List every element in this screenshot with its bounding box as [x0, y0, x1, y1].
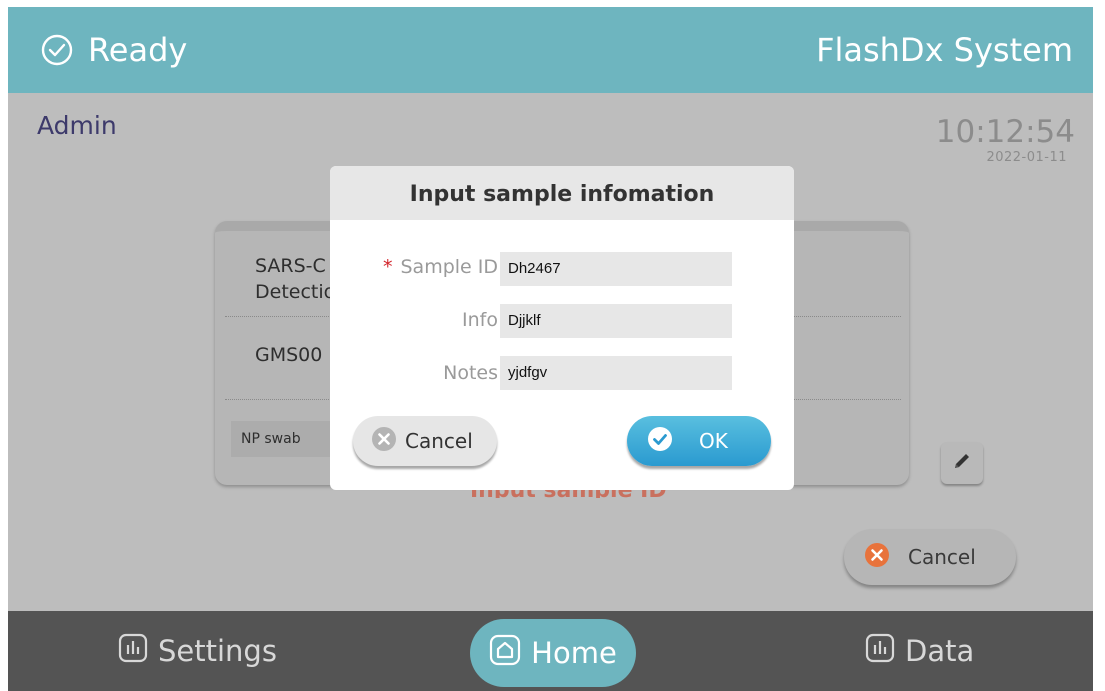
bar-chart-icon: [865, 633, 895, 670]
dialog-cancel-button[interactable]: Cancel: [353, 416, 497, 466]
nav-home[interactable]: Home: [470, 619, 636, 687]
cancel-test-button[interactable]: Cancel: [844, 529, 1016, 585]
info-label: Info: [462, 309, 498, 331]
sample-id-label-text: Sample ID: [400, 256, 498, 278]
sample-id-input[interactable]: [500, 252, 732, 286]
pencil-icon: [951, 450, 973, 476]
app-screen: Ready FlashDx System Admin 10:12:54 2022…: [8, 7, 1093, 691]
home-icon: [489, 634, 521, 673]
nav-data[interactable]: Data: [865, 625, 974, 677]
clock: 10:12:54 2022-01-11: [875, 114, 1075, 165]
edit-button[interactable]: [941, 442, 983, 484]
check-circle-icon: [647, 426, 673, 456]
close-circle-icon: [371, 426, 397, 456]
sample-type-select[interactable]: NP swab: [231, 421, 341, 457]
dialog-title: Input sample infomation: [330, 166, 794, 220]
user-name: Admin: [37, 111, 117, 140]
nav-home-label: Home: [531, 636, 617, 670]
nav-data-label: Data: [905, 634, 975, 668]
notes-label: Notes: [443, 362, 498, 384]
dialog-ok-label: OK: [699, 429, 728, 453]
bottom-nav: Settings Home Data: [8, 611, 1093, 691]
check-circle-icon: [40, 33, 74, 67]
dialog-cancel-label: Cancel: [405, 429, 473, 453]
clock-date: 2022-01-11: [986, 150, 1067, 165]
nav-settings-label: Settings: [158, 634, 277, 668]
status-indicator: Ready: [40, 27, 187, 73]
bar-chart-icon: [118, 633, 148, 670]
status-text: Ready: [88, 31, 188, 69]
required-asterisk: *: [382, 256, 393, 278]
nav-settings[interactable]: Settings: [118, 625, 277, 677]
close-circle-icon: [864, 542, 890, 572]
sample-info-dialog: Input sample infomation *Sample ID Info …: [330, 166, 794, 490]
notes-input[interactable]: [500, 356, 732, 390]
cancel-test-label: Cancel: [908, 545, 976, 569]
top-bar: Ready FlashDx System: [8, 7, 1093, 93]
system-title: FlashDx System: [816, 31, 1073, 69]
dialog-ok-button[interactable]: OK: [627, 416, 771, 466]
sample-id-label: * Sample ID: [383, 256, 498, 278]
clock-time: 10:12:54: [935, 114, 1075, 150]
info-input[interactable]: [500, 304, 732, 338]
